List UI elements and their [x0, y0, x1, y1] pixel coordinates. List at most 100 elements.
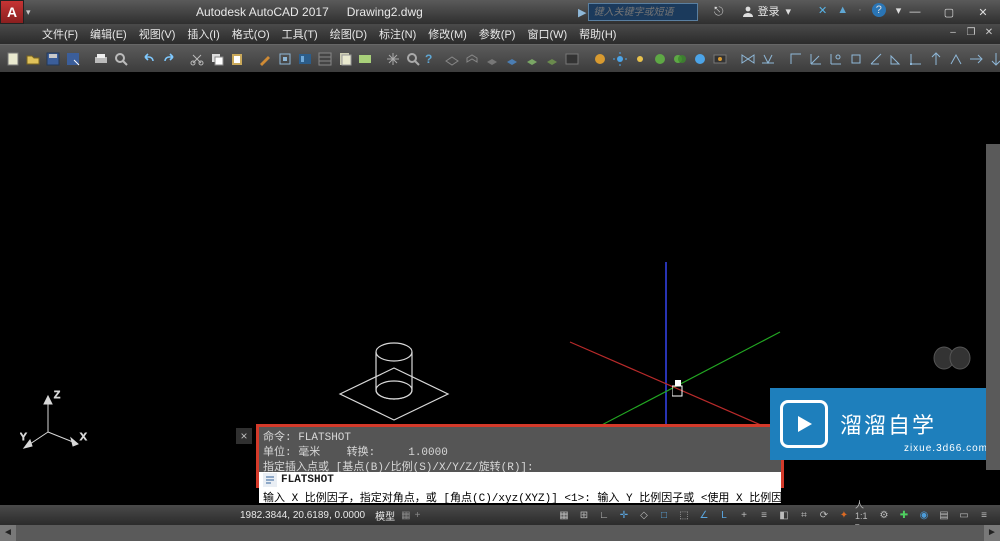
viewport-nav-icon[interactable]: [932, 345, 972, 374]
new-icon[interactable]: [4, 48, 22, 70]
annomon-icon[interactable]: ✦: [835, 506, 853, 524]
cmdline-close-button[interactable]: ×: [236, 428, 252, 444]
command-window[interactable]: 命令: FLATSHOT 单位: 毫米 转换: 1.0000 指定插入点或 [基…: [256, 424, 784, 488]
dynucs-icon[interactable]: L: [715, 506, 733, 524]
cleanscreen-icon[interactable]: ▭: [955, 506, 973, 524]
markup-icon[interactable]: [356, 48, 374, 70]
ucs-3p-icon[interactable]: [947, 48, 965, 70]
menu-window[interactable]: 窗口(W): [521, 26, 573, 42]
ucs-obj-icon[interactable]: [867, 48, 885, 70]
preview-icon[interactable]: [112, 48, 130, 70]
vs-2dwire-icon[interactable]: [443, 48, 461, 70]
saveas-icon[interactable]: [64, 48, 82, 70]
exchange-icon[interactable]: ✕: [818, 4, 827, 17]
app-menu-chevron-icon[interactable]: ▾: [26, 7, 36, 18]
cmd-input-row[interactable]: FLATSHOT: [259, 472, 781, 488]
isodraft-icon[interactable]: ◇: [635, 506, 653, 524]
ucs-icon[interactable]: [787, 48, 805, 70]
ucs-origin-icon[interactable]: [907, 48, 925, 70]
tpy-icon[interactable]: ◧: [775, 506, 793, 524]
lwt-icon[interactable]: ≡: [755, 506, 773, 524]
window-close-button[interactable]: ✕: [966, 0, 1000, 24]
window-minimize-button[interactable]: —: [898, 0, 932, 24]
menu-edit[interactable]: 编辑(E): [84, 26, 133, 42]
menu-tools[interactable]: 工具(T): [276, 26, 324, 42]
ucs-prev-icon[interactable]: [827, 48, 845, 70]
help-icon[interactable]: ?: [872, 3, 886, 17]
grid-icon[interactable]: ⊞: [575, 506, 593, 524]
materials-icon[interactable]: [651, 48, 669, 70]
ucs-face-icon[interactable]: [847, 48, 865, 70]
dyninput-icon[interactable]: +: [735, 506, 753, 524]
window-maximize-button[interactable]: ▢: [932, 0, 966, 24]
ucs-z-icon[interactable]: [927, 48, 945, 70]
menu-insert[interactable]: 插入(I): [181, 26, 225, 42]
sun-icon[interactable]: [631, 48, 649, 70]
match-icon[interactable]: [256, 48, 274, 70]
scroll-left-icon[interactable]: ◄: [0, 525, 16, 541]
copy-icon[interactable]: [208, 48, 226, 70]
vs-realistic-icon[interactable]: [503, 48, 521, 70]
menu-dim[interactable]: 标注(N): [373, 26, 422, 42]
menu-draw[interactable]: 绘图(D): [324, 26, 373, 42]
menu-file[interactable]: 文件(F): [36, 26, 84, 42]
menu-param[interactable]: 参数(P): [473, 26, 522, 42]
infocenter-icon[interactable]: ⎋: [714, 4, 724, 19]
redo-icon[interactable]: [160, 48, 178, 70]
zoom-icon[interactable]: [404, 48, 422, 70]
ucs-world-icon[interactable]: [807, 48, 825, 70]
env-icon[interactable]: [691, 48, 709, 70]
space-label[interactable]: 模型: [375, 508, 395, 523]
save-icon[interactable]: [44, 48, 62, 70]
qp-icon[interactable]: ⌗: [795, 506, 813, 524]
plot-icon[interactable]: [92, 48, 110, 70]
ws-icon[interactable]: ⚙: [875, 506, 893, 524]
mdi-close-button[interactable]: ✕: [982, 27, 996, 41]
3dosnap-icon[interactable]: ⬚: [675, 506, 693, 524]
ucs-x-icon[interactable]: [967, 48, 985, 70]
paste-icon[interactable]: [228, 48, 246, 70]
horizontal-scrollbar[interactable]: ◄ ►: [0, 525, 1000, 541]
open-icon[interactable]: [24, 48, 42, 70]
vertical-scrollbar[interactable]: [986, 144, 1000, 470]
mirror3d-icon[interactable]: [739, 48, 757, 70]
adv-render-icon[interactable]: [711, 48, 729, 70]
ucs-view-icon[interactable]: [887, 48, 905, 70]
layout-plus-icon[interactable]: +: [415, 510, 421, 521]
align3d-icon[interactable]: [759, 48, 777, 70]
drawing-viewport[interactable]: X Y Z × 命令: FLATSHOT 单位: 毫米 转换: 1.0000 指…: [0, 72, 1000, 506]
search-trigger-icon[interactable]: ▶: [578, 6, 586, 19]
vs-wireframe-icon[interactable]: [463, 48, 481, 70]
a360-icon[interactable]: ▲: [837, 4, 848, 16]
menu-modify[interactable]: 修改(M): [422, 26, 473, 42]
block-icon[interactable]: [276, 48, 294, 70]
annoscale-icon[interactable]: 人 1:1 ▾: [855, 506, 873, 524]
materials2-icon[interactable]: [671, 48, 689, 70]
scroll-right-icon[interactable]: ►: [984, 525, 1000, 541]
pan-icon[interactable]: [384, 48, 402, 70]
vs-shaded-icon[interactable]: [543, 48, 561, 70]
undo-icon[interactable]: [140, 48, 158, 70]
light-icon[interactable]: [611, 48, 629, 70]
sc-icon[interactable]: ⟳: [815, 506, 833, 524]
filter-icon[interactable]: ✚: [895, 506, 913, 524]
menu-view[interactable]: 视图(V): [133, 26, 182, 42]
render-icon[interactable]: [591, 48, 609, 70]
cmd-prompt-line[interactable]: 输入 X 比例因子，指定对角点，或 [角点(C)/xyz(XYZ)] <1>: …: [259, 488, 781, 503]
vs-hidden-icon[interactable]: [483, 48, 501, 70]
isoview-icon[interactable]: ▤: [935, 506, 953, 524]
ucs-y-icon[interactable]: [987, 48, 1000, 70]
snap-icon[interactable]: ▦: [555, 506, 573, 524]
ortho-icon[interactable]: ∟: [595, 506, 613, 524]
hardware-icon[interactable]: ◉: [915, 506, 933, 524]
osnap-icon[interactable]: □: [655, 506, 673, 524]
cut-icon[interactable]: [188, 48, 206, 70]
signin-button[interactable]: 登录: [742, 3, 780, 19]
custom-icon[interactable]: ≡: [975, 506, 993, 524]
help2-icon[interactable]: ?: [424, 48, 433, 70]
mdi-minimize-button[interactable]: –: [946, 27, 960, 41]
layout-grid-icon[interactable]: ▦: [401, 510, 410, 521]
signin-chevron-icon[interactable]: ▾: [786, 5, 792, 18]
app-logo[interactable]: A: [0, 0, 24, 24]
designcenter-icon[interactable]: [296, 48, 314, 70]
